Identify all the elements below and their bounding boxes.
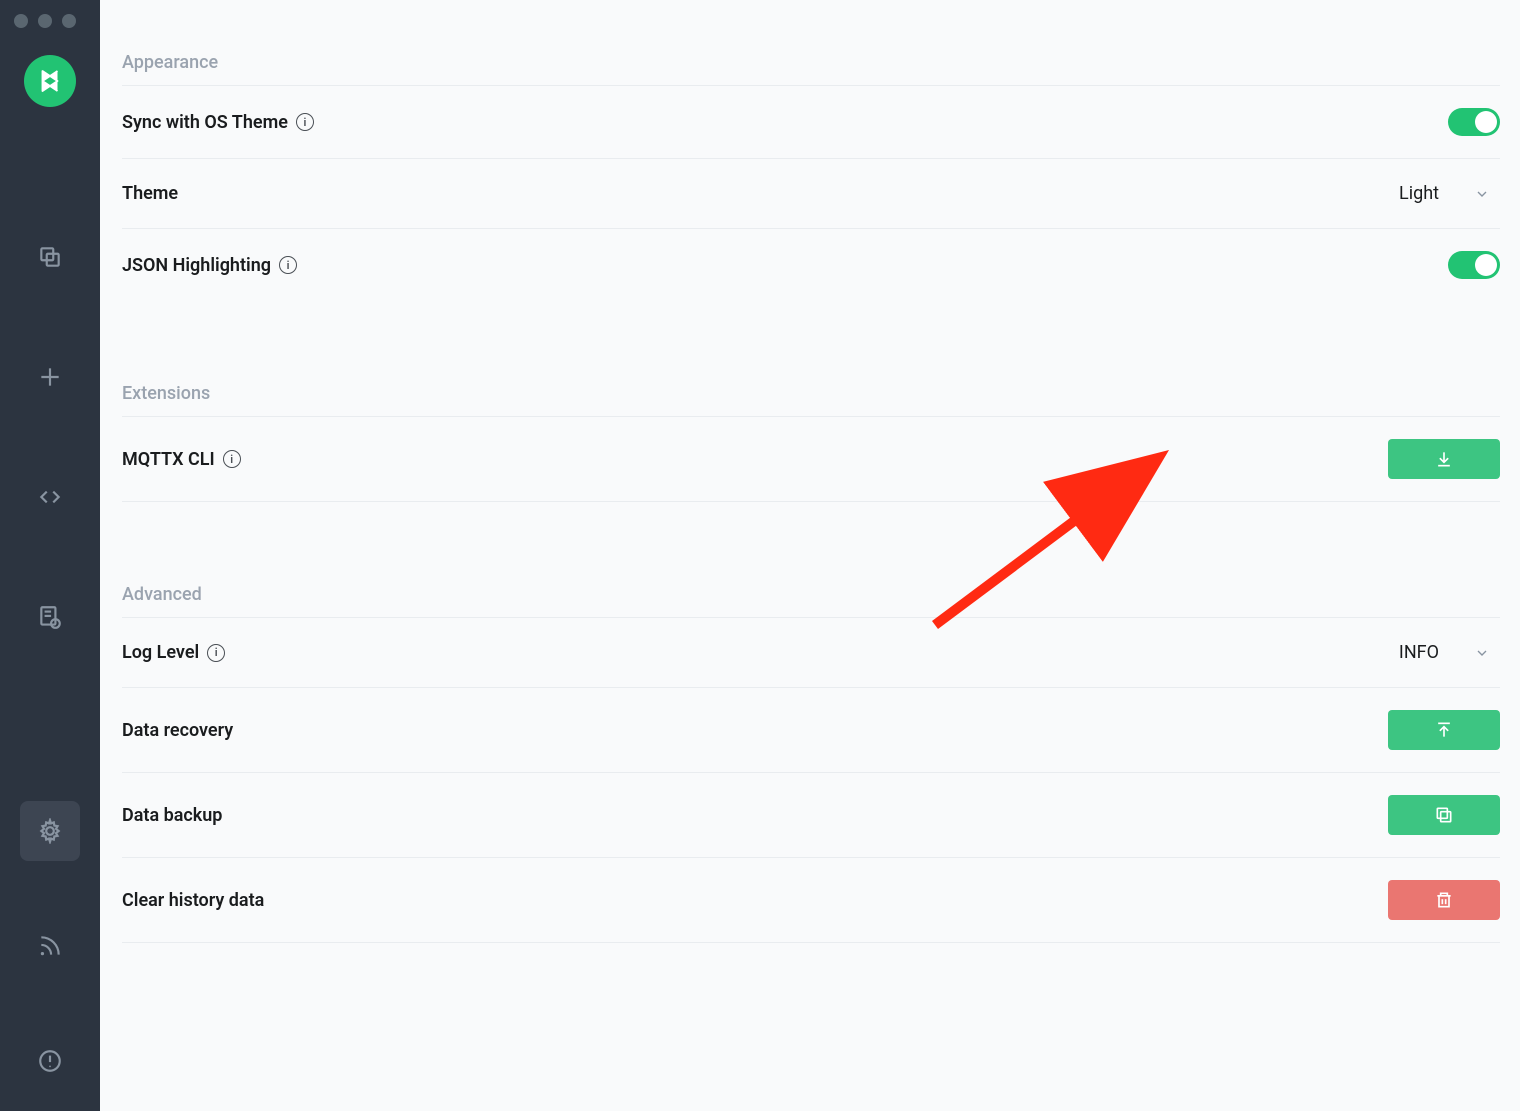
trash-icon — [1434, 890, 1454, 910]
window-close-dot[interactable] — [14, 14, 28, 28]
setting-label: Data backup — [122, 805, 222, 826]
log-level-select[interactable]: INFO — [1399, 642, 1500, 663]
logo-icon — [35, 66, 65, 96]
setting-row-clear-history: Clear history data — [122, 857, 1500, 942]
section-title-appearance: Appearance — [122, 40, 1500, 85]
plus-icon — [37, 364, 63, 390]
setting-row-log-level: Log Level i INFO — [122, 617, 1500, 687]
sidebar-item-feed[interactable] — [20, 916, 80, 976]
sidebar-item-connections[interactable] — [20, 227, 80, 287]
mqttx-cli-download-button[interactable] — [1388, 439, 1500, 479]
theme-select[interactable]: Light — [1399, 183, 1500, 204]
info-icon[interactable]: i — [223, 450, 241, 468]
setting-row-theme: Theme Light — [122, 158, 1500, 228]
section-appearance: Appearance Sync with OS Theme i Theme Li… — [122, 40, 1500, 301]
window-controls — [14, 14, 76, 28]
setting-row-sync-os-theme: Sync with OS Theme i — [122, 85, 1500, 158]
setting-label: Log Level i — [122, 642, 225, 663]
code-icon — [37, 484, 63, 510]
json-highlighting-label: JSON Highlighting — [122, 255, 271, 276]
document-clock-icon — [37, 604, 63, 630]
section-extensions: Extensions MQTTX CLI i — [122, 371, 1500, 502]
clear-history-button[interactable] — [1388, 880, 1500, 920]
chevron-down-icon — [1474, 645, 1490, 661]
info-icon[interactable]: i — [207, 644, 225, 662]
clear-history-label: Clear history data — [122, 890, 264, 911]
setting-label: Clear history data — [122, 890, 264, 911]
upload-icon — [1434, 720, 1454, 740]
setting-row-json-highlighting: JSON Highlighting i — [122, 228, 1500, 301]
sidebar-item-logs[interactable] — [20, 587, 80, 647]
sync-os-theme-label: Sync with OS Theme — [122, 112, 288, 133]
setting-row-data-backup: Data backup — [122, 772, 1500, 857]
theme-value: Light — [1399, 183, 1439, 204]
info-icon[interactable]: i — [279, 256, 297, 274]
download-icon — [1434, 449, 1454, 469]
app-logo — [24, 55, 76, 107]
alert-icon — [37, 1048, 63, 1074]
data-backup-label: Data backup — [122, 805, 222, 826]
gear-icon — [37, 818, 63, 844]
log-level-label: Log Level — [122, 642, 199, 663]
setting-row-data-recovery: Data recovery — [122, 687, 1500, 772]
data-backup-button[interactable] — [1388, 795, 1500, 835]
setting-label: JSON Highlighting i — [122, 255, 297, 276]
rss-icon — [37, 933, 63, 959]
sidebar-item-about[interactable] — [20, 1031, 80, 1091]
setting-label: Data recovery — [122, 720, 233, 741]
settings-main: Appearance Sync with OS Theme i Theme Li… — [100, 0, 1520, 1111]
sidebar-item-new[interactable] — [20, 347, 80, 407]
sidebar-item-scripts[interactable] — [20, 467, 80, 527]
json-highlighting-toggle[interactable] — [1448, 251, 1500, 279]
theme-label: Theme — [122, 183, 178, 204]
sidebar — [0, 0, 100, 1111]
section-advanced: Advanced Log Level i INFO Data recovery … — [122, 572, 1500, 943]
copy-icon — [1434, 805, 1454, 825]
window-maximize-dot[interactable] — [62, 14, 76, 28]
setting-label: Theme — [122, 183, 178, 204]
setting-row-mqttx-cli: MQTTX CLI i — [122, 416, 1500, 501]
copy-icon — [37, 244, 63, 270]
data-recovery-label: Data recovery — [122, 720, 233, 741]
section-title-advanced: Advanced — [122, 572, 1500, 617]
window-minimize-dot[interactable] — [38, 14, 52, 28]
sync-os-theme-toggle[interactable] — [1448, 108, 1500, 136]
mqttx-cli-label: MQTTX CLI — [122, 449, 215, 470]
section-title-extensions: Extensions — [122, 371, 1500, 416]
info-icon[interactable]: i — [296, 113, 314, 131]
chevron-down-icon — [1474, 186, 1490, 202]
setting-label: Sync with OS Theme i — [122, 112, 314, 133]
setting-label: MQTTX CLI i — [122, 449, 241, 470]
log-level-value: INFO — [1399, 642, 1439, 663]
sidebar-item-settings[interactable] — [20, 801, 80, 861]
data-recovery-button[interactable] — [1388, 710, 1500, 750]
